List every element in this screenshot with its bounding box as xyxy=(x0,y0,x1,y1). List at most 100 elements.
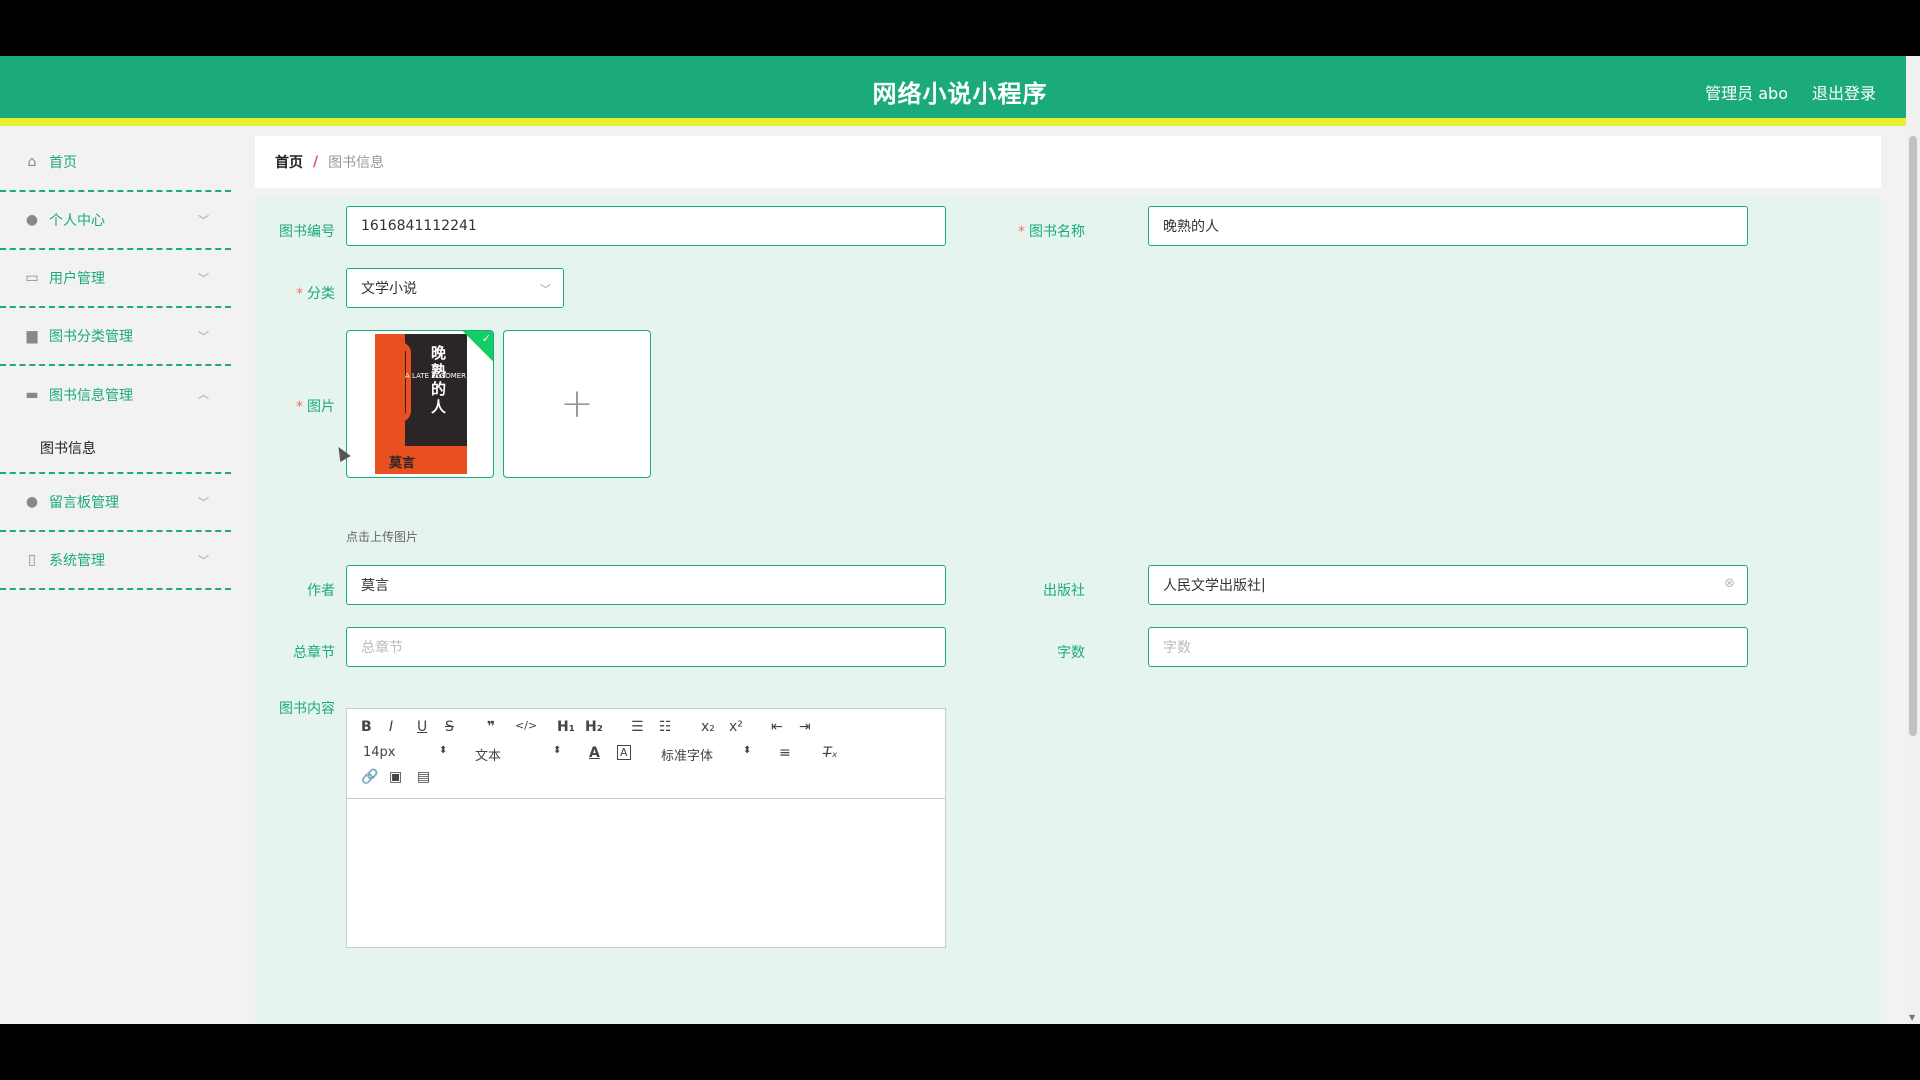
home-icon: ⌂ xyxy=(27,154,37,170)
author-label: 作者 xyxy=(307,583,335,599)
book-no-label: 图书编号 xyxy=(279,224,335,240)
italic-button[interactable]: I xyxy=(389,719,393,735)
chevron-down-icon: ﹀ xyxy=(198,214,209,227)
rich-text-editor: B I U S ❞ </> H₁ H₂ ☰ ☷ x₂ x² ⇤ ⇥ 14px ⬍ xyxy=(346,708,946,948)
chat-icon: ▭ xyxy=(25,270,39,286)
words-label: 字数 xyxy=(1057,645,1085,661)
image-icon[interactable]: ▣ xyxy=(389,769,402,785)
text-style-select[interactable]: 文本 xyxy=(475,745,501,764)
superscript-button[interactable]: x² xyxy=(729,719,743,735)
subscript-button[interactable]: x₂ xyxy=(701,719,715,735)
logout-link[interactable]: 退出登录 xyxy=(1812,80,1876,104)
author-input[interactable]: 莫言 xyxy=(346,565,946,605)
sort-icon: ⬍ xyxy=(553,745,562,756)
cover-author: 莫言 xyxy=(389,456,416,471)
h2-button[interactable]: H₂ xyxy=(585,719,603,735)
background-color-button[interactable]: A xyxy=(617,745,631,760)
scroll-down-icon[interactable]: ▼ xyxy=(1909,1013,1915,1022)
category-value: 文学小说 xyxy=(361,281,417,297)
font-size-select[interactable]: 14px xyxy=(363,745,396,760)
sidebar: ⌂ 首页 ● 个人中心 ﹀ ▭ 用户管理 ﹀ ▆ 图书分类管理 ﹀ ▬ 图书信息… xyxy=(0,134,231,1024)
font-family-select[interactable]: 标准字体 xyxy=(661,745,713,764)
user-icon: ● xyxy=(25,212,39,228)
main-content: 首页 / 图书信息 图书编号 1616841112241 * 图书名称 晚熟的人 … xyxy=(255,136,1881,1024)
breadcrumb-separator: / xyxy=(313,154,319,170)
editor-toolbar: B I U S ❞ </> H₁ H₂ ☰ ☷ x₂ x² ⇤ ⇥ 14px ⬍ xyxy=(347,709,945,799)
h1-button[interactable]: H₁ xyxy=(557,719,575,735)
cover-english: A LATE BLOOMER xyxy=(405,372,467,380)
underline-button[interactable]: U xyxy=(417,719,427,735)
chevron-down-icon: ﹀ xyxy=(540,283,551,296)
sidebar-item-label: 图书分类管理 xyxy=(49,329,133,345)
sidebar-subitem-book-info[interactable]: 图书信息 xyxy=(0,424,231,474)
book-form: 图书编号 1616841112241 * 图书名称 晚熟的人 * 分类 文学小说 ﹀… xyxy=(255,196,1881,1024)
user-icon: ● xyxy=(25,494,39,510)
sidebar-item-label: 留言板管理 xyxy=(49,495,119,511)
code-button[interactable]: </> xyxy=(515,719,537,732)
breadcrumb-home[interactable]: 首页 xyxy=(275,152,303,172)
font-color-button[interactable]: A xyxy=(589,745,600,761)
cover-bottom: 莫言 xyxy=(375,446,467,474)
sidebar-item-label: 系统管理 xyxy=(49,553,105,569)
cover-shape xyxy=(389,342,411,422)
bullet-list-button[interactable]: ☷ xyxy=(659,719,672,735)
breadcrumb: 首页 / 图书信息 xyxy=(255,136,1881,188)
chevron-down-icon: ﹀ xyxy=(198,496,209,509)
app-title: 网络小说小程序 xyxy=(872,80,1048,108)
sidebar-item-personal-center[interactable]: ● 个人中心 ﹀ xyxy=(0,192,231,250)
book-cover-image: 晚熟的人 A LATE BLOOMER 莫言 xyxy=(375,334,467,474)
chevron-down-icon: ﹀ xyxy=(198,554,209,567)
phone-icon: ▯ xyxy=(28,552,36,568)
ordered-list-button[interactable]: ☰ xyxy=(631,719,644,735)
sidebar-item-label: 首页 xyxy=(49,155,77,171)
publisher-label: 出版社 xyxy=(1043,583,1085,599)
indent-button[interactable]: ⇥ xyxy=(799,719,811,735)
content-label: 图书内容 xyxy=(279,701,335,717)
sidebar-item-home[interactable]: ⌂ 首页 xyxy=(0,134,231,192)
category-label: * 分类 xyxy=(296,286,335,302)
chevron-down-icon: ﹀ xyxy=(198,272,209,285)
book-no-input[interactable]: 1616841112241 xyxy=(346,206,946,246)
sidebar-item-message-board[interactable]: ● 留言板管理 ﹀ xyxy=(0,474,231,532)
sidebar-item-label: 个人中心 xyxy=(49,213,105,229)
sidebar-item-book-info-management[interactable]: ▬ 图书信息管理 ︿ xyxy=(0,366,231,424)
words-input[interactable]: 字数 xyxy=(1148,627,1748,667)
book-name-label: * 图书名称 xyxy=(1018,224,1085,240)
chevron-up-icon: ︿ xyxy=(198,388,209,401)
video-icon[interactable]: ▤ xyxy=(417,769,430,785)
book-name-input[interactable]: 晚熟的人 xyxy=(1148,206,1748,246)
category-select[interactable]: 文学小说 ﹀ xyxy=(346,268,564,308)
sidebar-item-user-management[interactable]: ▭ 用户管理 ﹀ xyxy=(0,250,231,308)
sidebar-item-label: 图书信息管理 xyxy=(49,388,133,404)
breadcrumb-current: 图书信息 xyxy=(328,155,385,171)
scrollbar-thumb[interactable] xyxy=(1909,136,1917,736)
page-scrollbar[interactable]: ▼ xyxy=(1906,56,1920,1024)
plus-icon: + xyxy=(560,381,594,427)
chapters-label: 总章节 xyxy=(293,645,335,661)
upload-hint: 点击上传图片 xyxy=(346,530,419,544)
chapters-input[interactable]: 总章节 xyxy=(346,627,946,667)
clear-format-button[interactable]: T̶ₓ xyxy=(823,745,838,761)
strike-button[interactable]: S xyxy=(445,719,454,735)
book-icon: ▆ xyxy=(26,328,38,344)
message-icon: ▬ xyxy=(25,387,39,403)
publisher-value: 人民文学出版社 xyxy=(1163,578,1261,594)
app-frame: 网络小说小程序 管理员 abo 退出登录 ⌂ 首页 ● 个人中心 ﹀ ▭ 用户管… xyxy=(0,56,1920,1024)
publisher-input[interactable]: 人民文学出版社 | ⊗ xyxy=(1148,565,1748,605)
chevron-down-icon: ﹀ xyxy=(198,330,209,343)
quote-button[interactable]: ❞ xyxy=(487,719,495,735)
link-icon[interactable]: 🔗 xyxy=(361,769,378,785)
sort-icon: ⬍ xyxy=(439,745,448,756)
outdent-button[interactable]: ⇤ xyxy=(771,719,783,735)
cover-title: 晚熟的人 xyxy=(431,344,447,416)
add-image-button[interactable]: + xyxy=(503,330,651,478)
clear-icon[interactable]: ⊗ xyxy=(1724,576,1735,591)
current-user: 管理员 abo xyxy=(1705,84,1788,103)
sort-icon: ⬍ xyxy=(743,745,752,756)
align-button[interactable]: ≡ xyxy=(779,745,791,761)
uploaded-image[interactable]: 晚熟的人 A LATE BLOOMER 莫言 ✓ xyxy=(346,330,494,478)
sidebar-item-category-management[interactable]: ▆ 图书分类管理 ﹀ xyxy=(0,308,231,366)
bold-button[interactable]: B xyxy=(361,719,372,735)
sidebar-item-system-management[interactable]: ▯ 系统管理 ﹀ xyxy=(0,532,231,590)
top-bar: 网络小说小程序 管理员 abo 退出登录 xyxy=(0,56,1920,126)
